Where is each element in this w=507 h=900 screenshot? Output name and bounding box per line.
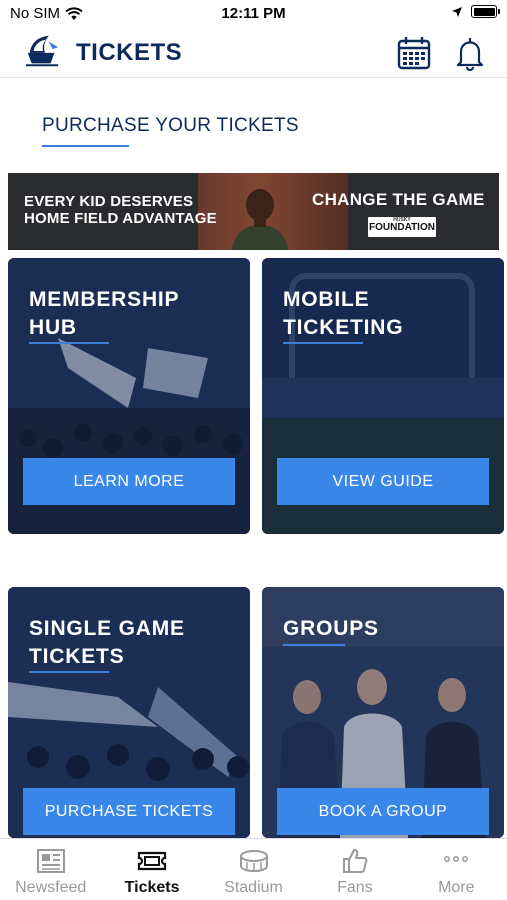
tab-stadium[interactable]: Stadium	[203, 839, 304, 900]
view-guide-button[interactable]: VIEW GUIDE	[277, 458, 489, 505]
card-title-line-2: TICKETING	[283, 316, 404, 339]
section-title: PURCHASE YOUR TICKETS	[42, 115, 299, 136]
argonauts-logo	[25, 35, 59, 67]
calendar-icon[interactable]	[396, 35, 432, 71]
banner-right-title: CHANGE THE GAME	[312, 190, 485, 209]
tab-tickets[interactable]: Tickets	[101, 839, 202, 900]
status-time: 12:11 PM	[221, 5, 286, 22]
foundation-logo: HUSKY FOUNDATION	[368, 217, 436, 237]
card-title: GROUPS	[283, 615, 379, 643]
section-header: PURCHASE YOUR TICKETS	[42, 115, 299, 147]
page-title: TICKETS	[76, 39, 183, 66]
banner-child-photo	[231, 189, 289, 250]
banner-line-1: EVERY KID DESERVES	[24, 193, 194, 210]
tab-label: Newsfeed	[15, 879, 87, 896]
single-game-tickets-card[interactable]: SINGLE GAME TICKETS PURCHASE TICKETS	[8, 587, 250, 838]
card-title-underline	[29, 342, 109, 344]
location-arrow-icon	[452, 6, 462, 17]
foundation-logo-small: HUSKY	[393, 217, 411, 223]
foundation-logo-text: FOUNDATION	[369, 222, 435, 233]
tab-label: Fans	[337, 879, 373, 896]
newspaper-icon	[36, 849, 65, 873]
stadium-icon	[239, 850, 268, 873]
groups-card[interactable]: GROUPS BOOK A GROUP	[262, 587, 504, 838]
banner-left-text: EVERY KID DESERVES HOME FIELD ADVANTAGE	[24, 193, 217, 227]
learn-more-button[interactable]: LEARN MORE	[23, 458, 235, 505]
bell-icon[interactable]	[452, 35, 488, 71]
tab-label: More	[438, 879, 475, 896]
app-header: TICKETS	[0, 28, 507, 78]
card-title: SINGLE GAME TICKETS	[29, 615, 185, 671]
battery-icon	[471, 5, 500, 18]
card-title-underline	[29, 671, 109, 673]
tab-label: Tickets	[124, 879, 180, 896]
card-title: MEMBERSHIP HUB	[29, 286, 179, 342]
foundation-banner[interactable]: EVERY KID DESERVES HOME FIELD ADVANTAGE …	[8, 173, 499, 250]
card-title: MOBILE TICKETING	[283, 286, 403, 342]
card-title-line-1: MOBILE	[283, 288, 370, 311]
card-title-underline	[283, 644, 345, 646]
tab-more[interactable]: More	[406, 839, 507, 900]
tab-fans[interactable]: Fans	[304, 839, 405, 900]
tab-label: Stadium	[224, 879, 283, 896]
status-bar: No SIM 12:11 PM	[0, 0, 507, 28]
section-underline	[42, 145, 129, 147]
card-title-line-1: GROUPS	[283, 617, 379, 640]
purchase-tickets-button[interactable]: PURCHASE TICKETS	[23, 788, 235, 835]
card-title-line-1: MEMBERSHIP	[29, 288, 180, 311]
more-icon	[444, 856, 469, 862]
banner-line-2: HOME FIELD ADVANTAGE	[24, 210, 217, 227]
bottom-tab-bar: Newsfeed Tickets Stadium Fans More	[0, 838, 507, 900]
card-title-line-2: HUB	[29, 316, 77, 339]
membership-hub-card[interactable]: MEMBERSHIP HUB LEARN MORE	[8, 258, 250, 534]
book-a-group-button[interactable]: BOOK A GROUP	[277, 788, 489, 835]
thumbs-up-icon	[342, 849, 368, 873]
card-title-underline	[283, 342, 363, 344]
card-title-line-1: SINGLE GAME	[29, 617, 185, 640]
ticket-icon	[138, 851, 167, 871]
mobile-ticketing-card[interactable]: MOBILE TICKETING VIEW GUIDE	[262, 258, 504, 534]
card-title-line-2: TICKETS	[29, 645, 125, 668]
tab-newsfeed[interactable]: Newsfeed	[0, 839, 101, 900]
